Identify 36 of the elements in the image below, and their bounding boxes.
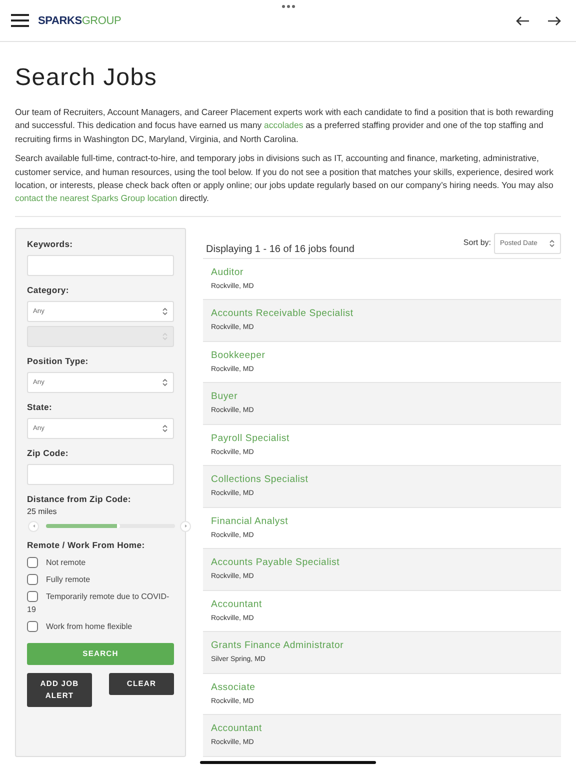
page-title: Search Jobs: [15, 64, 158, 92]
checkbox-label[interactable]: Not remote: [27, 556, 174, 569]
checkbox[interactable]: [27, 574, 38, 585]
chevron-updown-icon: [549, 238, 555, 248]
checkbox[interactable]: [27, 556, 38, 568]
sort-label: Sort by:: [463, 238, 491, 247]
results-summary: Displaying 1 - 16 of 16 jobs found: [206, 244, 356, 255]
caret-icon: [184, 524, 188, 528]
field-label: Category:: [27, 284, 70, 295]
checkbox-label[interactable]: Fully remote: [27, 572, 174, 586]
chevron-updown-icon: [162, 378, 168, 387]
chevron-updown-icon: [162, 424, 168, 433]
chevron-updown-icon: [162, 306, 168, 316]
input-field[interactable]: [27, 254, 174, 276]
chevron-updown-icon: [162, 332, 168, 341]
checkbox[interactable]: [27, 590, 38, 602]
intro-paragraph: Our team of Recruiters, Account Managers, and Career Placement experts work with each candidate to find a position that is both rewarding and successful. This dedication and focus have earned us many accolades as a preferred staffing provider and one of the top staffing and recruiting firms in Washington DC, Maryland, Virginia, and North Carolina.: [15, 106, 554, 146]
logo[interactable]: SPARKSGROUP: [38, 14, 122, 26]
multitasking-dots-icon[interactable]: [282, 5, 295, 8]
checkbox[interactable]: [27, 620, 38, 632]
distance-slider[interactable]: [46, 524, 175, 528]
field-label: State:: [27, 402, 54, 412]
field-label: Position Type:: [27, 356, 90, 366]
field-label: Distance from Zip Code:: [27, 494, 132, 504]
back-arrow-icon[interactable]: [516, 16, 530, 26]
field-label: Remote / Work From Home:: [27, 540, 146, 550]
caret-icon: [32, 524, 36, 528]
distance-reading: 25 miles: [27, 506, 58, 516]
field-label: Zip Code:: [27, 448, 70, 458]
menu-icon[interactable]: [11, 14, 29, 27]
checkbox-label[interactable]: Work from home flexible: [27, 620, 174, 633]
input-field[interactable]: [27, 464, 174, 485]
forward-arrow-icon[interactable]: [547, 16, 561, 26]
field-label: Keywords:: [27, 238, 74, 249]
checkbox-label[interactable]: Temporarily remote due to COVID-19: [27, 590, 174, 616]
intro-paragraph: Search available full-time, contract-to-hire, and temporary jobs in divisions such as IT, accounting and finance, marketing, administrative, customer service, and human resources, using the tool below. If you do not see a position that matches your skills, experience, desired work location, or interests, please check back often or apply online; our jobs update regularly based on our company’s hiring needs. You may also contact the nearest Sparks Group location directly.: [15, 152, 554, 206]
